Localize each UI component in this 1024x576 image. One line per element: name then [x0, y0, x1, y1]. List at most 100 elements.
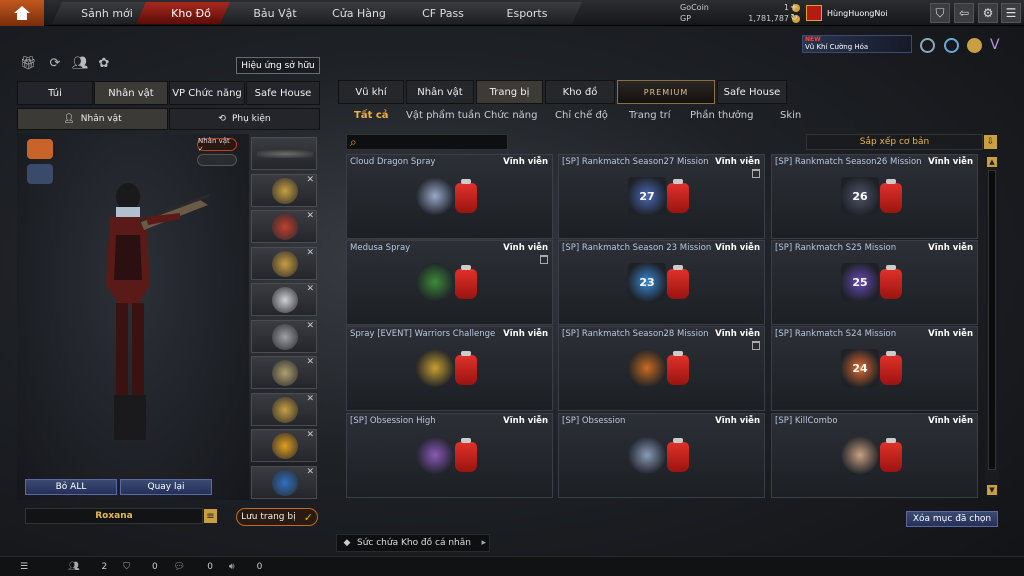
close-icon[interactable]: ✕: [306, 321, 314, 331]
badge-icon[interactable]: [920, 38, 935, 53]
trash-icon[interactable]: [540, 255, 548, 264]
scroll-thumb[interactable]: [988, 170, 996, 470]
delete-selected-button[interactable]: Xóa mục đã chọn: [906, 511, 998, 527]
scroll-up-icon[interactable]: ▲: [987, 157, 997, 167]
filter-tab[interactable]: Trang trí: [629, 110, 671, 124]
left-tab[interactable]: Safe House: [246, 81, 320, 105]
filter-tab[interactable]: Chỉ chế độ: [555, 110, 608, 124]
exit-icon[interactable]: ⇦: [954, 3, 974, 23]
item-card[interactable]: [SP] Rankmatch Season27 Mission Vĩnh viễn…: [558, 154, 765, 239]
person-plus-icon: 👤︎: [63, 114, 75, 124]
filter-tab[interactable]: Vật phẩm tuần: [406, 110, 481, 124]
close-icon[interactable]: ✕: [306, 284, 314, 294]
visibility-toggle[interactable]: [197, 154, 237, 166]
item-card[interactable]: Medusa Spray Vĩnh viễn: [346, 240, 553, 325]
equipment-slot[interactable]: ✕: [251, 246, 317, 280]
item-name: [SP] Rankmatch Season27 Mission: [562, 157, 709, 167]
equipment-slot[interactable]: ✕: [251, 319, 317, 353]
sort-dropdown[interactable]: Sắp xếp cơ bản: [806, 134, 983, 150]
item-duration: Vĩnh viễn: [503, 329, 548, 339]
item-card[interactable]: Spray [EVENT] Warriors Challenge Vĩnh viễ…: [346, 326, 553, 411]
v-logo-icon[interactable]: V: [990, 38, 1005, 53]
equipment-slot[interactable]: [251, 137, 317, 170]
close-icon[interactable]: ✕: [306, 394, 314, 404]
left-tab[interactable]: VP Chức năng: [169, 81, 245, 105]
remove-all-button[interactable]: Bỏ ALL: [25, 479, 117, 495]
refresh-icon[interactable]: ↻: [789, 13, 799, 23]
close-icon[interactable]: ✕: [306, 248, 314, 258]
item-card[interactable]: [SP] Rankmatch S25 Mission Vĩnh viễn 25: [771, 240, 978, 325]
close-icon[interactable]: ✕: [306, 357, 314, 367]
close-icon[interactable]: ✕: [306, 430, 314, 440]
filter-tab[interactable]: Skin: [780, 110, 801, 124]
users-icon[interactable]: 👥︎: [72, 56, 89, 72]
effect-button[interactable]: Hiệu ứng sở hữu: [236, 57, 320, 74]
expand-arrow-icon: ▸: [481, 538, 486, 548]
item-card[interactable]: [SP] Obsession Vĩnh viễn: [558, 413, 765, 498]
rotate-icon[interactable]: ⟳: [47, 56, 63, 72]
close-icon[interactable]: ✕: [306, 467, 314, 477]
equipment-slot[interactable]: ✕: [251, 392, 317, 426]
right-tab[interactable]: Safe House: [717, 80, 787, 104]
promo-banner[interactable]: NEW Vũ Khí Cường Hóa: [802, 35, 912, 53]
scroll-down-icon[interactable]: ▼: [987, 485, 997, 495]
search-icon: ⌕: [350, 135, 357, 149]
home-button[interactable]: [0, 0, 44, 26]
save-equipment-button[interactable]: Lưu trang bị ✓: [236, 508, 318, 526]
character-type-icon[interactable]: [27, 139, 53, 159]
globe-icon[interactable]: [944, 38, 959, 53]
add-coin-icon[interactable]: +: [789, 2, 799, 13]
item-card[interactable]: Cloud Dragon Spray Vĩnh viễn: [346, 154, 553, 239]
close-icon[interactable]: ✕: [306, 175, 314, 185]
character-alt-icon[interactable]: [27, 164, 53, 184]
trash-icon[interactable]: [752, 341, 760, 350]
gift-icon[interactable]: 🎁︎: [20, 56, 37, 72]
chat-count[interactable]: 💬︎ 0: [174, 562, 213, 572]
equipment-slot[interactable]: ✕: [251, 429, 317, 462]
back-button[interactable]: Quay lại: [120, 479, 212, 495]
close-icon[interactable]: ✕: [306, 211, 314, 221]
filter-tab[interactable]: Phần thưởng: [690, 110, 753, 124]
right-tab[interactable]: Trang bị: [476, 80, 543, 104]
sort-arrow-icon[interactable]: ⇩: [984, 135, 997, 149]
left-tab[interactable]: Nhân vật: [94, 81, 168, 105]
subtab-character[interactable]: 👤︎ Nhân vật: [17, 108, 168, 130]
event-icon[interactable]: [967, 38, 982, 53]
pet-icon[interactable]: ✿: [96, 56, 112, 72]
right-tab[interactable]: Vũ khí: [338, 80, 404, 104]
character-toggle[interactable]: Nhân vật ✓: [197, 137, 237, 153]
character-name-field[interactable]: Roxana: [25, 508, 203, 524]
filter-tab[interactable]: Tất cả: [354, 110, 389, 124]
list-icon[interactable]: ☰: [20, 562, 28, 572]
equipment-slot[interactable]: ✕: [251, 465, 317, 499]
item-card[interactable]: [SP] Rankmatch S24 Mission Vĩnh viễn 24: [771, 326, 978, 411]
equipment-slot[interactable]: ✕: [251, 210, 317, 243]
name-menu-icon[interactable]: ≡: [204, 509, 217, 523]
item-card[interactable]: [SP] Rankmatch Season26 Mission Vĩnh viễn…: [771, 154, 978, 239]
subtab-accessory[interactable]: ⟲ Phụ kiện: [169, 108, 320, 130]
filter-tab[interactable]: Chức năng: [484, 110, 538, 124]
rank-icon[interactable]: ⛉: [930, 3, 950, 23]
menu-icon[interactable]: ☰: [1001, 3, 1021, 23]
clan-count[interactable]: ⛉ 0: [123, 562, 158, 572]
voice-count[interactable]: 🔊︎ 0: [229, 562, 262, 572]
right-tab[interactable]: Kho đồ: [545, 80, 615, 104]
item-card[interactable]: [SP] Obsession High Vĩnh viễn: [346, 413, 553, 498]
nav-tab[interactable]: Esports: [472, 2, 582, 24]
right-tab[interactable]: PREMIUM: [617, 80, 715, 104]
item-card[interactable]: [SP] Rankmatch Season28 Mission Vĩnh viễn: [558, 326, 765, 411]
friends-count[interactable]: 👥︎ 2: [68, 562, 107, 572]
item-card[interactable]: [SP] KillCombo Vĩnh viễn: [771, 413, 978, 498]
trash-icon[interactable]: [752, 169, 760, 178]
user-profile[interactable]: HùngHuongNoi: [806, 3, 918, 23]
equipment-slot[interactable]: ✕: [251, 283, 317, 316]
search-input[interactable]: [346, 134, 508, 150]
spray-can-icon: [667, 351, 689, 385]
gear-icon[interactable]: ⚙: [978, 3, 998, 23]
item-card[interactable]: [SP] Rankmatch Season 23 Mission Vĩnh viễ…: [558, 240, 765, 325]
inventory-capacity-button[interactable]: ◆ Sức chứa Kho đồ cá nhân ▸: [336, 534, 490, 552]
right-tab[interactable]: Nhân vật: [406, 80, 474, 104]
left-tab[interactable]: Túi: [17, 81, 93, 105]
equipment-slot[interactable]: ✕: [251, 356, 317, 389]
equipment-slot[interactable]: ✕: [251, 173, 317, 207]
